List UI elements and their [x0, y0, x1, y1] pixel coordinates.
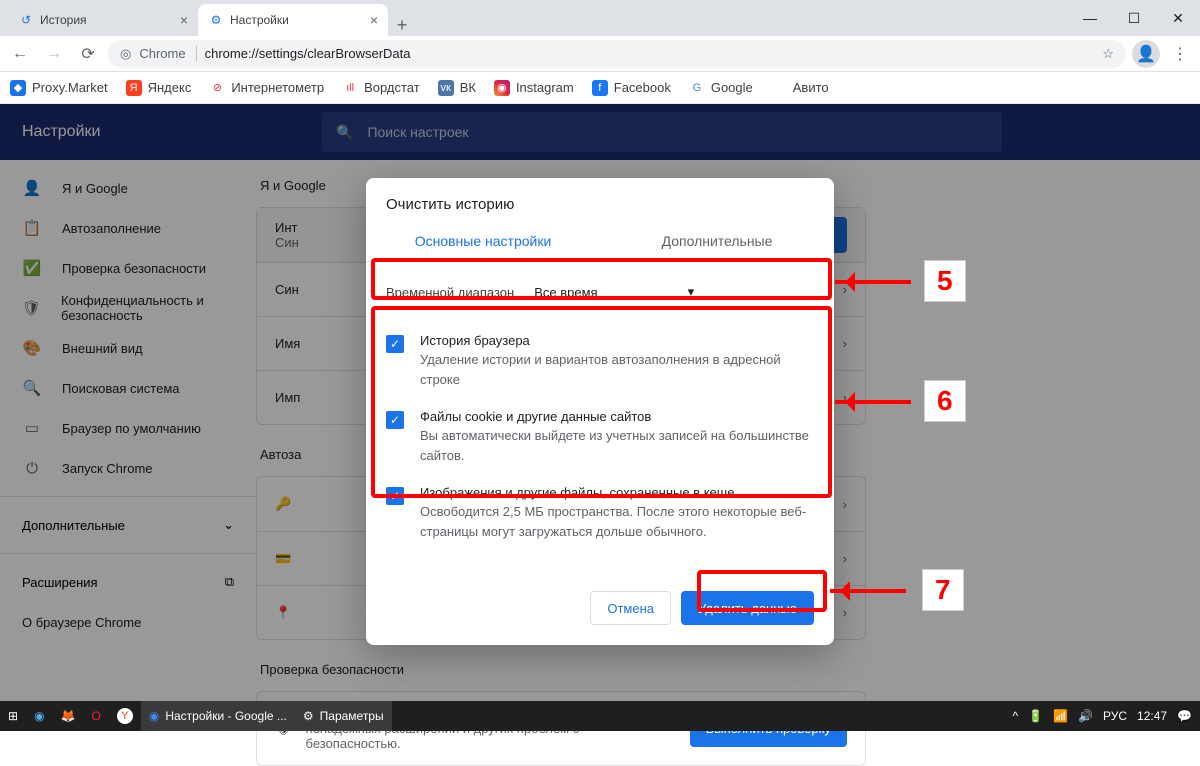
- volume-icon[interactable]: 🔊: [1078, 709, 1093, 723]
- tab-label: История: [40, 13, 87, 27]
- close-window-button[interactable]: ✕: [1156, 0, 1200, 36]
- history-icon: ↺: [18, 12, 34, 28]
- bookmark-google[interactable]: GGoogle: [689, 80, 753, 96]
- browser-toolbar: ← → ⟳ ◎ Chrome chrome://settings/clearBr…: [0, 36, 1200, 72]
- bookmark-vk[interactable]: vкВК: [438, 80, 476, 96]
- bookmark-inetometer[interactable]: ⊘Интернетометр: [209, 80, 324, 96]
- chrome-icon: ◎: [120, 46, 131, 62]
- annotation-box-7: [697, 570, 827, 612]
- reload-button[interactable]: ⟳: [74, 40, 102, 68]
- annotation-box-5: [371, 258, 832, 300]
- task-windows-settings[interactable]: ⚙Параметры: [295, 701, 392, 731]
- task-firefox[interactable]: 🦊: [53, 701, 84, 731]
- tab-history[interactable]: ↺ История ×: [8, 4, 198, 36]
- start-button[interactable]: ⊞: [0, 701, 26, 731]
- dialog-tabs: Основные настройки Дополнительные: [366, 223, 834, 262]
- close-icon[interactable]: ×: [180, 12, 188, 28]
- origin-chip: Chrome: [139, 46, 196, 61]
- language-indicator[interactable]: РУС: [1103, 709, 1127, 723]
- clock[interactable]: 12:47: [1137, 709, 1167, 723]
- dialog-title: Очистить историю: [366, 178, 834, 223]
- annotation-number-5: 5: [924, 260, 966, 302]
- tab-settings[interactable]: ⚙ Настройки ×: [198, 4, 388, 36]
- bookmark-yandex[interactable]: ЯЯндекс: [126, 80, 192, 96]
- task-chrome-settings[interactable]: ◉Настройки - Google ...: [141, 701, 295, 731]
- annotation-arrow-5: [835, 277, 925, 287]
- annotation-arrow-6: [835, 397, 925, 407]
- windows-taskbar: ⊞ ◉ 🦊 O Y ◉Настройки - Google ... ⚙Парам…: [0, 701, 1200, 731]
- bookmark-instagram[interactable]: ◉Instagram: [494, 80, 574, 96]
- action-center-icon[interactable]: 💬: [1177, 709, 1192, 723]
- window-titlebar: ↺ История × ⚙ Настройки × + — ☐ ✕: [0, 0, 1200, 36]
- tab-basic[interactable]: Основные настройки: [366, 223, 600, 261]
- task-yandex[interactable]: Y: [109, 701, 141, 731]
- tab-strip: ↺ История × ⚙ Настройки × +: [0, 0, 1068, 36]
- task-edge[interactable]: ◉: [26, 701, 52, 731]
- annotation-number-6: 6: [924, 380, 966, 422]
- annotation-arrow-7: [830, 586, 920, 596]
- cancel-button[interactable]: Отмена: [590, 591, 671, 625]
- task-opera[interactable]: O: [84, 701, 109, 731]
- bookmark-proxy[interactable]: ◆Proxy.Market: [10, 80, 108, 96]
- maximize-button[interactable]: ☐: [1112, 0, 1156, 36]
- tray-chevron-icon[interactable]: ^: [1012, 709, 1018, 723]
- back-button[interactable]: ←: [6, 40, 34, 68]
- forward-button[interactable]: →: [40, 40, 68, 68]
- gear-icon: ⚙: [208, 12, 224, 28]
- annotation-box-6: [371, 306, 832, 498]
- system-tray: ^ 🔋 📶 🔊 РУС 12:47 💬: [1012, 709, 1200, 723]
- window-controls: — ☐ ✕: [1068, 0, 1200, 36]
- bookmark-star-icon[interactable]: ☆: [1102, 46, 1114, 62]
- profile-avatar[interactable]: 👤: [1132, 40, 1160, 68]
- tab-advanced[interactable]: Дополнительные: [600, 223, 834, 261]
- address-bar[interactable]: ◎ Chrome chrome://settings/clearBrowserD…: [108, 40, 1126, 68]
- menu-button[interactable]: ⋮: [1166, 40, 1194, 68]
- battery-icon[interactable]: 🔋: [1028, 709, 1043, 723]
- bookmark-facebook[interactable]: fFacebook: [592, 80, 671, 96]
- annotation-number-7: 7: [922, 569, 964, 611]
- new-tab-button[interactable]: +: [388, 15, 416, 36]
- bookmarks-bar: ◆Proxy.Market ЯЯндекс ⊘Интернетометр ıll…: [0, 72, 1200, 104]
- bookmark-avito[interactable]: ⁘Авито: [771, 80, 829, 96]
- bookmark-wordstat[interactable]: ıllВордстат: [342, 80, 420, 96]
- close-icon[interactable]: ×: [370, 12, 378, 28]
- tab-label: Настройки: [230, 13, 289, 27]
- network-icon[interactable]: 📶: [1053, 709, 1068, 723]
- url-text: chrome://settings/clearBrowserData: [205, 46, 411, 61]
- minimize-button[interactable]: —: [1068, 0, 1112, 36]
